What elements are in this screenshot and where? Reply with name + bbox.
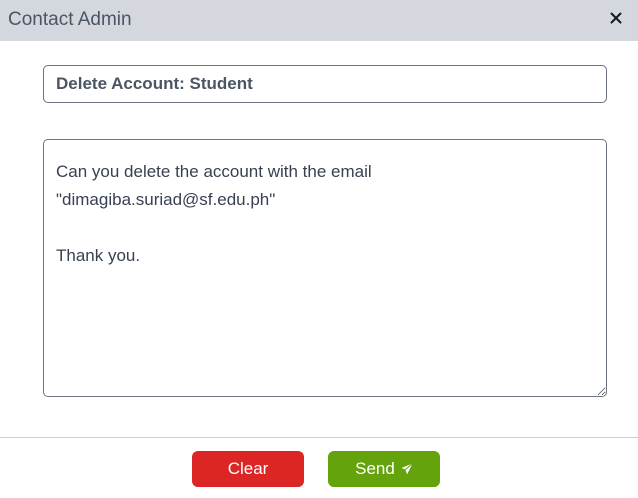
contact-admin-modal: Contact Admin Clear Send bbox=[0, 0, 638, 498]
paper-plane-icon bbox=[401, 463, 413, 475]
clear-button[interactable]: Clear bbox=[192, 451, 304, 487]
send-button[interactable]: Send bbox=[328, 451, 440, 487]
close-icon[interactable] bbox=[608, 10, 624, 26]
send-button-label: Send bbox=[355, 459, 395, 478]
message-textarea[interactable] bbox=[43, 139, 607, 397]
modal-header: Contact Admin bbox=[0, 0, 638, 41]
clear-button-label: Clear bbox=[227, 459, 269, 478]
modal-title: Contact Admin bbox=[8, 9, 132, 30]
footer-divider bbox=[0, 437, 638, 438]
subject-input[interactable] bbox=[43, 65, 607, 103]
